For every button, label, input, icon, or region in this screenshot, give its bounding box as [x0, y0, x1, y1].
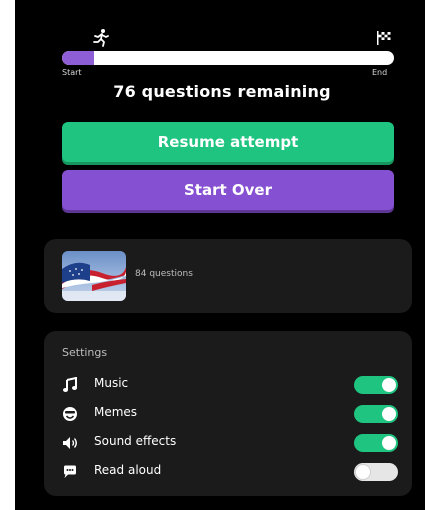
- american-flag-image: [62, 251, 126, 301]
- progress-bar: [62, 51, 394, 65]
- toggle-music[interactable]: [354, 376, 398, 394]
- speech-bubble-icon: [64, 465, 76, 478]
- question-count: 84 questions: [135, 269, 193, 279]
- setting-label-sound-effects: Sound effects: [94, 434, 177, 448]
- setting-row-music: Music: [62, 374, 398, 396]
- toggle-knob: [356, 465, 370, 479]
- quiz-thumbnail: [62, 251, 126, 301]
- settings-title: Settings: [62, 346, 108, 359]
- resume-attempt-button[interactable]: Resume attempt: [62, 122, 394, 162]
- progress-start-label: Start: [62, 68, 82, 77]
- meme-face-icon: [63, 407, 77, 421]
- setting-label-read-aloud: Read aloud: [94, 463, 162, 477]
- setting-row-sound-effects: Sound effects: [62, 432, 398, 454]
- setting-label-music: Music: [94, 376, 129, 390]
- toggle-knob: [382, 378, 396, 392]
- start-over-button[interactable]: Start Over: [62, 170, 394, 210]
- questions-remaining-text: 76 questions remaining: [113, 82, 331, 101]
- setting-row-memes: Memes: [62, 403, 398, 425]
- toggle-knob: [382, 436, 396, 450]
- toggle-knob: [382, 407, 396, 421]
- setting-row-read-aloud: Read aloud: [62, 461, 398, 483]
- progress-end-label: End: [372, 68, 388, 77]
- quiz-resume-screen: Start End 76 questions remaining Resume …: [15, 0, 425, 510]
- toggle-sound-effects[interactable]: [354, 434, 398, 452]
- settings-panel: Settings Music Memes Sound effects Read …: [44, 331, 412, 496]
- quiz-info-card[interactable]: 84 questions: [44, 239, 412, 313]
- setting-label-memes: Memes: [94, 405, 138, 419]
- music-note-icon: [63, 377, 77, 392]
- toggle-read-aloud[interactable]: [354, 463, 398, 481]
- toggle-memes[interactable]: [354, 405, 398, 423]
- speaker-icon: [63, 437, 77, 449]
- runner-icon: [93, 29, 109, 47]
- progress-bar-fill: [62, 51, 94, 65]
- finish-flag-icon: [377, 31, 391, 45]
